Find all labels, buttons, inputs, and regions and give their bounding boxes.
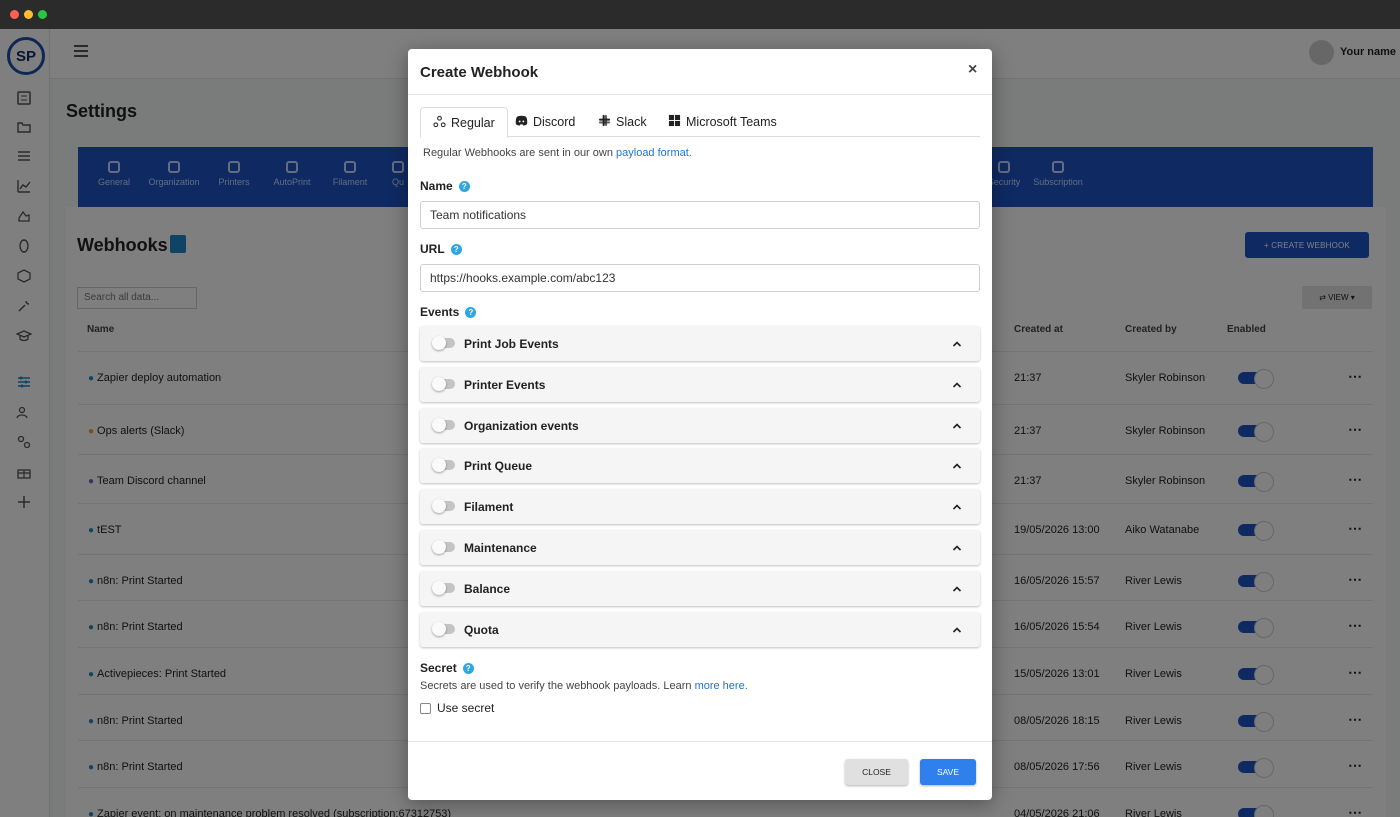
chevron-up-icon[interactable] xyxy=(952,541,962,551)
events-label: Events ? xyxy=(420,305,477,319)
secret-info: Secrets are used to verify the webhook p… xyxy=(420,680,695,692)
dialog-header: Create Webhook × xyxy=(408,49,992,95)
regular-info-text: Regular Webhooks are sent in our own pay… xyxy=(423,147,692,159)
name-field[interactable] xyxy=(420,201,980,229)
event-group-balance[interactable]: Balance xyxy=(420,570,980,606)
tab-slack-label: Slack xyxy=(616,115,647,129)
event-group-print-queue[interactable]: Print Queue xyxy=(420,448,980,484)
payload-format-link[interactable]: payload format. xyxy=(616,147,692,159)
webhook-icon xyxy=(433,115,446,131)
event-group-quota[interactable]: Quota xyxy=(420,611,980,647)
chevron-up-icon[interactable] xyxy=(952,378,962,388)
windows-icon xyxy=(668,114,681,130)
maximize-window-button[interactable] xyxy=(38,10,47,19)
secret-info-text: Secrets are used to verify the webhook p… xyxy=(420,680,748,692)
chevron-up-icon[interactable] xyxy=(952,459,962,469)
help-icon[interactable]: ? xyxy=(458,180,470,192)
event-group-maintenance[interactable]: Maintenance xyxy=(420,530,980,565)
close-button[interactable]: CLOSE xyxy=(845,759,908,785)
close-icon[interactable]: × xyxy=(968,61,977,79)
event-label: Balance xyxy=(464,581,511,596)
create-webhook-dialog: Create Webhook × Regular Discord Slack M… xyxy=(408,49,992,800)
tab-microsoft-teams[interactable]: Microsoft Teams xyxy=(656,107,789,137)
dialog-title: Create Webhook xyxy=(420,64,539,81)
window-titlebar xyxy=(0,0,1400,29)
event-toggle[interactable] xyxy=(432,458,455,473)
event-label: Organization events xyxy=(464,418,579,433)
event-toggle[interactable] xyxy=(432,621,455,636)
event-toggle[interactable] xyxy=(432,540,455,554)
secret-label: Secret ? xyxy=(420,661,474,675)
secret-label-text: Secret xyxy=(420,661,457,675)
chevron-up-icon[interactable] xyxy=(952,337,962,347)
tab-regular[interactable]: Regular xyxy=(420,107,508,138)
event-label: Maintenance xyxy=(464,541,537,555)
webhook-type-tabs: Regular Discord Slack Microsoft Teams xyxy=(420,107,980,138)
tab-discord-label: Discord xyxy=(533,115,576,129)
chevron-up-icon[interactable] xyxy=(952,623,962,633)
chevron-up-icon[interactable] xyxy=(952,582,962,592)
chevron-up-icon[interactable] xyxy=(952,500,962,510)
event-toggle[interactable] xyxy=(432,580,455,595)
event-label: Print Job Events xyxy=(464,337,559,351)
info-text: Regular Webhooks are sent in our own xyxy=(423,147,617,159)
event-label: Quota xyxy=(464,622,499,637)
tab-discord[interactable]: Discord xyxy=(503,107,587,137)
tab-slack[interactable]: Slack xyxy=(586,107,659,137)
url-label-text: URL xyxy=(420,242,445,256)
event-toggle[interactable] xyxy=(432,336,455,350)
dialog-footer: CLOSE SAVE xyxy=(408,741,992,800)
event-group-printer-events[interactable]: Printer Events xyxy=(420,366,980,402)
help-icon[interactable]: ? xyxy=(462,662,474,674)
url-label: URL ? xyxy=(420,242,462,256)
use-secret-checkbox[interactable] xyxy=(420,703,431,714)
more-here-link[interactable]: more here. xyxy=(695,680,748,692)
url-field[interactable] xyxy=(420,264,980,292)
tab-teams-label: Microsoft Teams xyxy=(686,115,777,129)
minimize-window-button[interactable] xyxy=(24,10,33,19)
event-group-filament[interactable]: Filament xyxy=(420,489,980,525)
event-toggle[interactable] xyxy=(432,376,455,391)
event-toggle[interactable] xyxy=(432,499,455,514)
events-label-text: Events xyxy=(420,305,460,319)
event-label: Filament xyxy=(464,500,514,515)
tab-regular-label: Regular xyxy=(451,115,495,130)
save-button[interactable]: SAVE xyxy=(920,759,976,785)
name-label: Name ? xyxy=(420,179,470,193)
name-label-text: Name xyxy=(420,179,453,193)
event-label: Printer Events xyxy=(464,377,546,392)
discord-icon xyxy=(515,114,528,130)
slack-icon xyxy=(598,114,611,130)
chevron-up-icon[interactable] xyxy=(952,419,962,429)
event-group-print-job-events[interactable]: Print Job Events xyxy=(420,326,980,361)
event-toggle[interactable] xyxy=(432,417,455,432)
help-icon[interactable]: ? xyxy=(450,243,462,255)
use-secret-label[interactable]: Use secret xyxy=(437,701,494,715)
close-window-button[interactable] xyxy=(10,10,19,19)
help-icon[interactable]: ? xyxy=(465,306,477,318)
event-group-organization-events[interactable]: Organization events xyxy=(420,407,980,443)
event-label: Print Queue xyxy=(464,459,533,474)
